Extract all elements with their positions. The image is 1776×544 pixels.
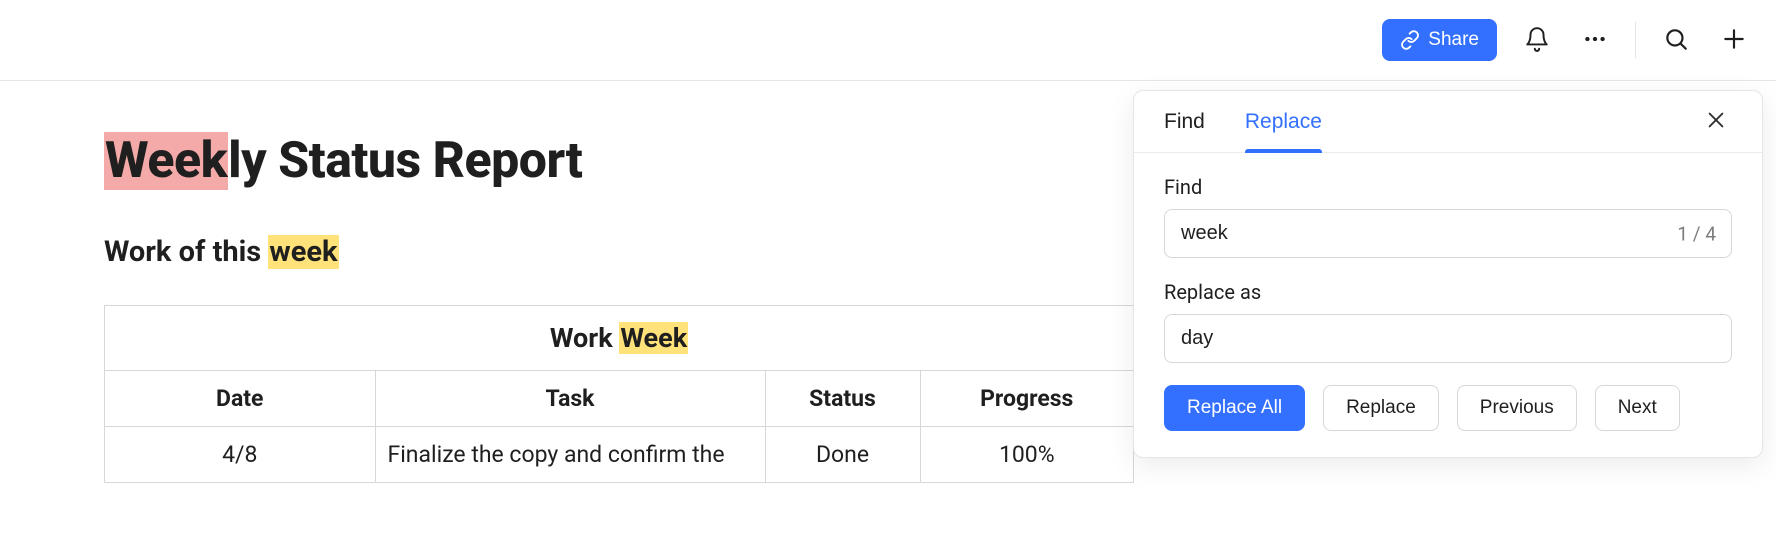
more-button[interactable] [1577,22,1613,58]
find-replace-panel: Find Replace Find 1 / 4 Replace as Repla… [1133,90,1763,458]
page-title[interactable]: Weekly Status Report [104,131,1240,191]
add-button[interactable] [1716,22,1752,58]
cell-date[interactable]: 4/8 [105,427,375,483]
find-input-row: 1 / 4 [1164,209,1732,258]
bell-icon [1524,26,1550,55]
document: Weekly Status Report Work of this week W… [0,81,1240,483]
search-button[interactable] [1658,22,1694,58]
share-button[interactable]: Share [1382,19,1497,61]
replace-button[interactable]: Replace [1323,385,1439,431]
search-current-match: Week [104,132,228,190]
column-task[interactable]: Task [375,371,765,427]
table-header-row: Date Task Status Progress [105,371,1133,427]
table-row: 4/8 Finalize the copy and confirm the Do… [105,427,1133,483]
panel-buttons: Replace All Replace Previous Next [1164,385,1732,431]
title-rest: ly Status Report [228,132,582,190]
replace-all-button[interactable]: Replace All [1164,385,1305,431]
replace-input-row [1164,314,1732,363]
tab-replace[interactable]: Replace [1245,91,1322,152]
plus-icon [1721,26,1747,55]
share-button-label: Share [1428,29,1479,51]
tab-find[interactable]: Find [1164,91,1205,152]
column-progress[interactable]: Progress [920,371,1133,427]
toolbar-divider [1635,22,1636,58]
column-date[interactable]: Date [105,371,375,427]
topbar: Share [0,0,1776,81]
table: Work Week Date Task Status Progress 4/8 … [104,305,1134,483]
panel-body: Find 1 / 4 Replace as Replace All Replac… [1134,153,1762,457]
subhead-prefix: Work of this [104,235,268,269]
cell-status[interactable]: Done [765,427,920,483]
previous-button[interactable]: Previous [1457,385,1577,431]
search-match: week [268,235,338,269]
table-title-prefix: Work [550,322,619,354]
link-icon [1400,30,1420,50]
cell-progress[interactable]: 100% [920,427,1133,483]
search-match: Week [619,322,688,354]
replace-input[interactable] [1164,314,1732,363]
panel-close-button[interactable] [1700,106,1732,138]
table-title[interactable]: Work Week [105,306,1133,371]
panel-tabs: Find Replace [1134,91,1762,153]
replace-label: Replace as [1164,280,1732,304]
ellipsis-icon [1582,26,1608,55]
close-icon [1705,109,1727,134]
match-counter: 1 / 4 [1677,222,1716,245]
notifications-button[interactable] [1519,22,1555,58]
next-button[interactable]: Next [1595,385,1680,431]
cell-task[interactable]: Finalize the copy and confirm the [375,427,765,483]
search-icon [1663,26,1689,55]
column-status[interactable]: Status [765,371,920,427]
section-heading[interactable]: Work of this week [104,235,1240,269]
find-label: Find [1164,175,1732,199]
find-input[interactable] [1164,209,1732,258]
